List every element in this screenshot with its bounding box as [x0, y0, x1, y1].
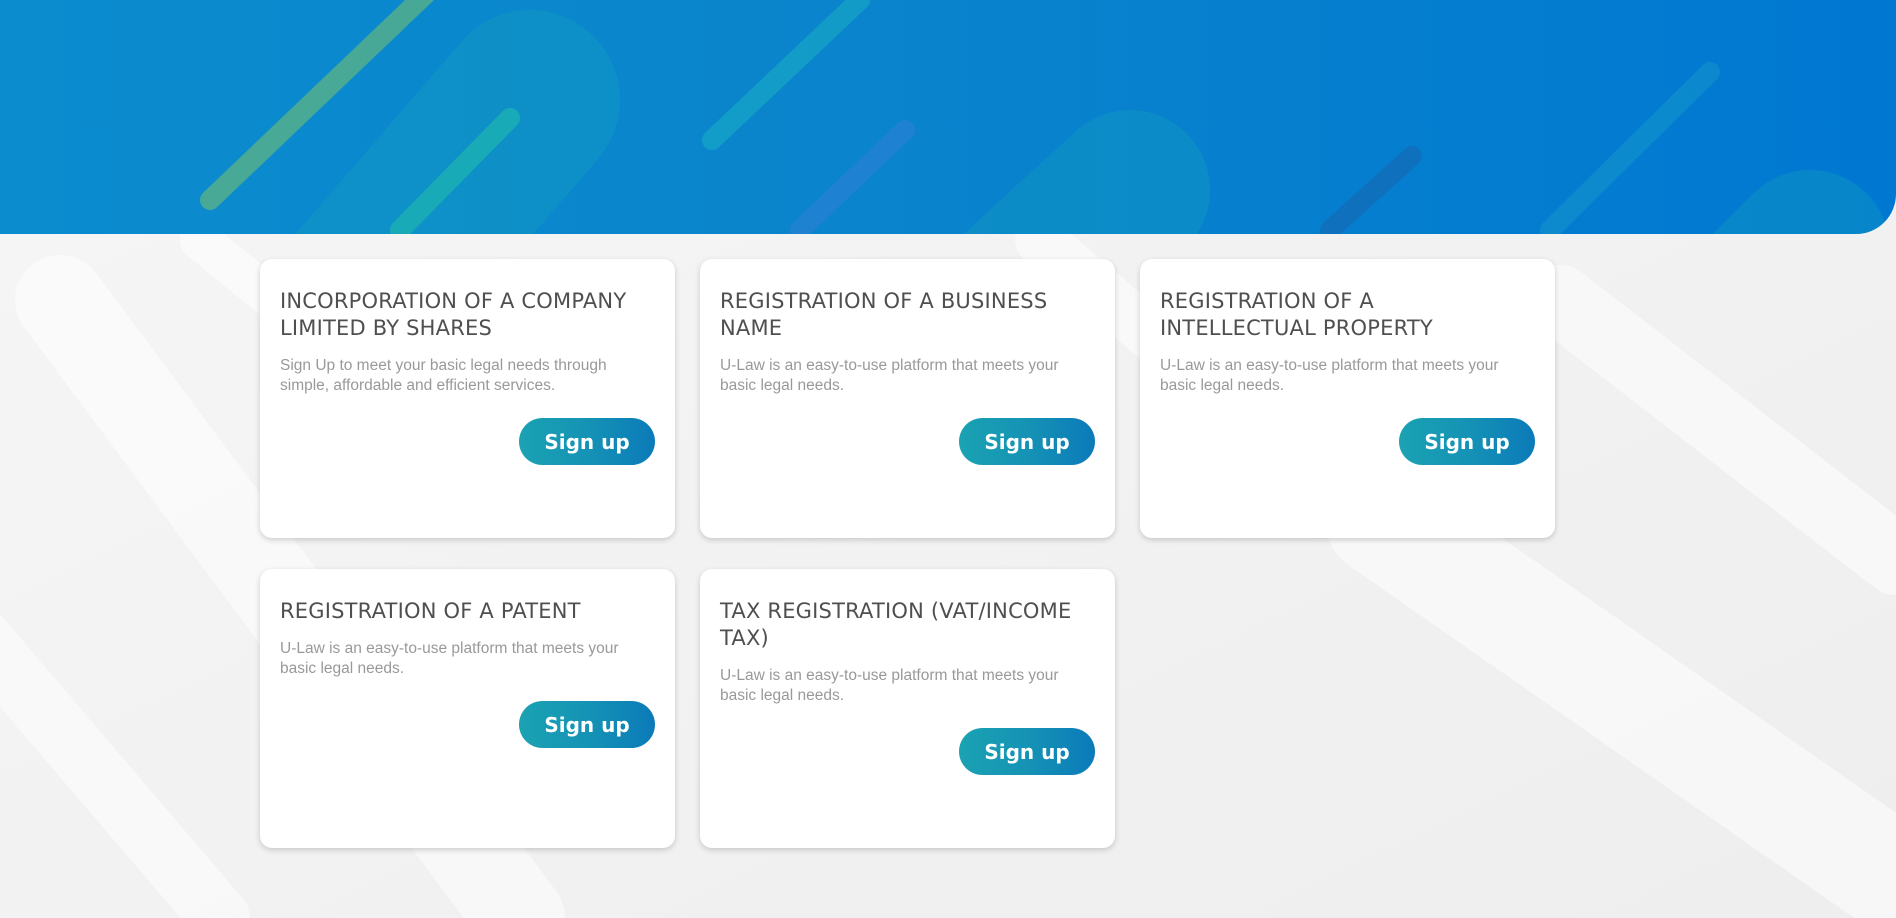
- card-title: INCORPORATION OF A COMPANY LIMITED BY SH…: [280, 289, 627, 340]
- sign-up-button[interactable]: Sign up: [519, 418, 655, 465]
- card-description: U-Law is an easy-to-use platform that me…: [720, 357, 1059, 394]
- service-card: REGISTRATION OF A INTELLECTUAL PROPERTY …: [1140, 259, 1555, 538]
- service-card: INCORPORATION OF A COMPANY LIMITED BY SH…: [260, 259, 675, 538]
- card-description: U-Law is an easy-to-use platform that me…: [1160, 357, 1499, 394]
- service-card: TAX REGISTRATION (VAT/INCOME TAX) U-Law …: [700, 569, 1115, 848]
- card-title: TAX REGISTRATION (VAT/INCOME TAX): [720, 599, 1072, 650]
- card-actions: Sign up: [280, 418, 655, 465]
- card-actions: Sign up: [720, 728, 1095, 775]
- card-actions: Sign up: [280, 701, 655, 748]
- sign-up-button[interactable]: Sign up: [959, 728, 1095, 775]
- card-title: REGISTRATION OF A BUSINESS NAME: [720, 289, 1048, 340]
- sign-up-button[interactable]: Sign up: [1399, 418, 1535, 465]
- card-actions: Sign up: [720, 418, 1095, 465]
- card-title: REGISTRATION OF A INTELLECTUAL PROPERTY: [1160, 289, 1433, 340]
- service-card: REGISTRATION OF A BUSINESS NAME U-Law is…: [700, 259, 1115, 538]
- hero-banner: [0, 0, 1896, 234]
- card-description: U-Law is an easy-to-use platform that me…: [280, 640, 619, 677]
- card-description: Sign Up to meet your basic legal needs t…: [280, 357, 607, 394]
- card-title: REGISTRATION OF A PATENT: [280, 599, 581, 623]
- sign-up-button[interactable]: Sign up: [959, 418, 1095, 465]
- sign-up-button[interactable]: Sign up: [519, 701, 655, 748]
- card-actions: Sign up: [1160, 418, 1535, 465]
- service-card: REGISTRATION OF A PATENT U-Law is an eas…: [260, 569, 675, 848]
- card-description: U-Law is an easy-to-use platform that me…: [720, 667, 1059, 704]
